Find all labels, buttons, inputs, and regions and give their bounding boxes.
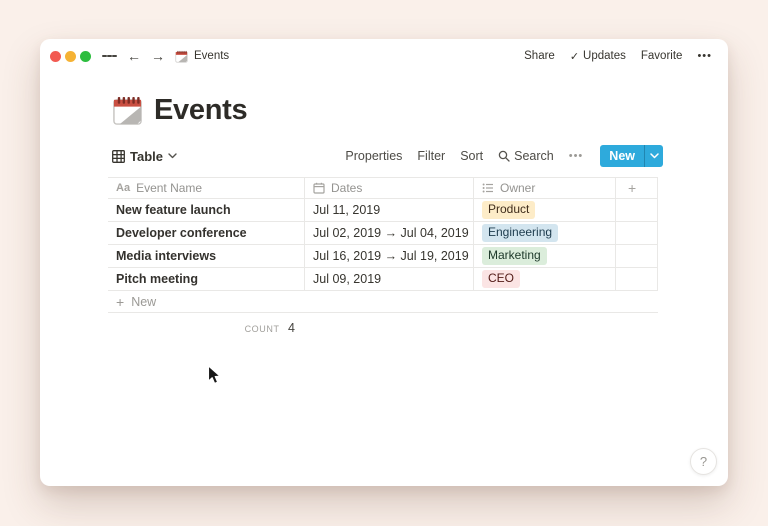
search-icon (498, 150, 510, 162)
table-row: New feature launch Jul 11, 2019 Product (108, 199, 658, 222)
close-window-button[interactable] (50, 51, 61, 62)
event-name-cell[interactable]: New feature launch (108, 199, 305, 221)
traffic-lights (50, 51, 91, 62)
page-icon-spiral-calendar[interactable] (112, 95, 143, 126)
table-header-row: Aa Event Name Dates (108, 177, 658, 199)
empty-cell[interactable] (616, 268, 658, 290)
filter-button[interactable]: Filter (417, 149, 445, 163)
minimize-window-button[interactable] (65, 51, 76, 62)
favorite-button[interactable]: Favorite (641, 50, 683, 62)
column-header-event-name[interactable]: Aa Event Name (108, 178, 305, 198)
view-more-options-icon[interactable]: ••• (569, 150, 584, 162)
zoom-window-button[interactable] (80, 51, 91, 62)
titlebar: ← → Events Share ✓Updates Fa (40, 39, 728, 73)
spiral-calendar-icon (175, 50, 188, 63)
new-record-button[interactable]: New (600, 145, 644, 167)
chevron-down-icon (168, 153, 177, 159)
sidebar-toggle-button[interactable] (102, 53, 117, 59)
empty-cell[interactable] (616, 245, 658, 267)
share-button[interactable]: Share (524, 50, 555, 62)
text-property-icon: Aa (116, 182, 130, 194)
table-row: Developer conference Jul 02, 2019 → Jul … (108, 222, 658, 245)
empty-cell[interactable] (616, 199, 658, 221)
owner-cell[interactable]: Engineering (474, 222, 616, 244)
event-name-cell[interactable]: Developer conference (108, 222, 305, 244)
back-arrow-icon[interactable]: ← (127, 49, 141, 63)
forward-arrow-icon[interactable]: → (151, 49, 165, 63)
table-row: Pitch meeting Jul 09, 2019 CEO (108, 268, 658, 291)
table-grid-icon (112, 150, 125, 163)
count-label: COUNT (245, 324, 280, 334)
new-record-dropdown-button[interactable] (644, 145, 663, 167)
updates-button[interactable]: ✓ Updates (570, 50, 626, 63)
check-icon: ✓ (570, 50, 579, 63)
add-row-button[interactable]: + New (108, 291, 658, 313)
owner-tag: Product (482, 201, 535, 219)
owner-cell[interactable]: CEO (474, 268, 616, 290)
calendar-icon (313, 182, 325, 194)
dates-cell[interactable]: Jul 02, 2019 → Jul 04, 2019 (305, 222, 474, 244)
desktop-background: ← → Events Share ✓Updates Fa (0, 0, 768, 526)
table-view-tab[interactable]: Table (108, 149, 177, 164)
add-row-label: New (131, 295, 156, 309)
dates-cell[interactable]: Jul 11, 2019 (305, 199, 474, 221)
breadcrumb-page-title: Events (194, 50, 229, 62)
updates-label: Updates (583, 50, 626, 62)
titlebar-actions: Share ✓ Updates Favorite ••• (524, 50, 712, 63)
owner-cell[interactable]: Marketing (474, 245, 616, 267)
dates-cell[interactable]: Jul 16, 2019 → Jul 19, 2019 (305, 245, 474, 267)
column-label: Owner (500, 181, 535, 195)
properties-button[interactable]: Properties (345, 149, 402, 163)
owner-tag: CEO (482, 270, 520, 288)
view-bar: Table Properties Filter Sort Search ••• (108, 144, 663, 168)
dates-cell[interactable]: Jul 09, 2019 (305, 268, 474, 290)
sort-button[interactable]: Sort (460, 149, 483, 163)
breadcrumb[interactable]: Events (175, 50, 229, 63)
view-bar-actions: Properties Filter Sort Search ••• New (345, 145, 663, 167)
search-button[interactable]: Search (498, 149, 554, 163)
chevron-down-icon (650, 153, 659, 159)
plus-icon: + (116, 294, 124, 310)
empty-cell[interactable] (616, 222, 658, 244)
more-options-icon[interactable]: ••• (697, 50, 712, 62)
table-row: Media interviews Jul 16, 2019 → Jul 19, … (108, 245, 658, 268)
new-record-split-button: New (600, 145, 663, 167)
event-name-cell[interactable]: Media interviews (108, 245, 305, 267)
table-footer-count[interactable]: COUNT 4 (108, 313, 305, 335)
help-label: ? (700, 454, 707, 469)
event-name-cell[interactable]: Pitch meeting (108, 268, 305, 290)
view-tab-label: Table (130, 149, 163, 164)
page-title[interactable]: Events (154, 94, 247, 127)
plus-icon: + (628, 180, 636, 196)
owner-tag: Engineering (482, 224, 558, 242)
column-header-dates[interactable]: Dates (305, 178, 474, 198)
events-table: Aa Event Name Dates (108, 177, 658, 335)
help-button[interactable]: ? (690, 448, 717, 475)
add-column-button[interactable]: + (616, 178, 658, 198)
search-label: Search (514, 149, 554, 163)
column-header-owner[interactable]: Owner (474, 178, 616, 198)
owner-cell[interactable]: Product (474, 199, 616, 221)
owner-tag: Marketing (482, 247, 547, 265)
notion-window: ← → Events Share ✓Updates Fa (40, 39, 728, 486)
column-label: Event Name (136, 181, 202, 195)
column-label: Dates (331, 181, 362, 195)
count-value: 4 (288, 321, 295, 335)
page-header: Events (112, 94, 728, 127)
select-property-icon (482, 182, 494, 194)
